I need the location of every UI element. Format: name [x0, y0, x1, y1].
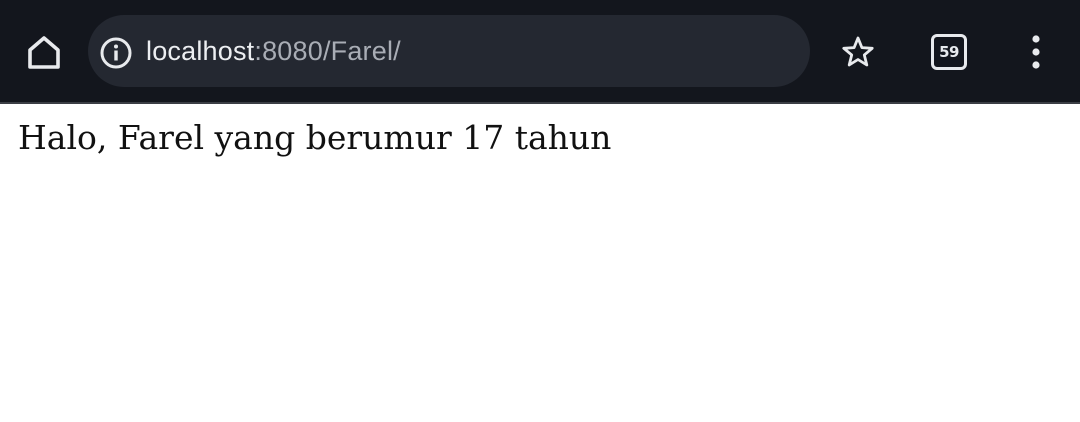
home-button[interactable]	[20, 28, 68, 76]
url-path: :8080/Farel/	[254, 36, 401, 66]
home-icon	[28, 36, 60, 69]
address-bar[interactable]: localhost:8080/Farel/	[88, 15, 810, 87]
info-icon[interactable]	[98, 35, 134, 71]
menu-button[interactable]	[1012, 28, 1060, 76]
tab-switcher-button[interactable]: 59	[924, 28, 974, 76]
kebab-menu-icon	[1032, 35, 1040, 69]
url-host: localhost	[146, 36, 255, 66]
url-text[interactable]: localhost:8080/Farel/	[146, 15, 401, 87]
browser-toolbar: localhost:8080/Farel/ 59	[0, 0, 1080, 104]
tab-switcher-icon: 59	[931, 34, 967, 70]
tab-count: 59	[939, 43, 959, 61]
star-icon	[842, 36, 874, 67]
bookmark-button[interactable]	[834, 28, 882, 76]
page-body-text: Halo, Farel yang berumur 17 tahun	[18, 118, 612, 157]
